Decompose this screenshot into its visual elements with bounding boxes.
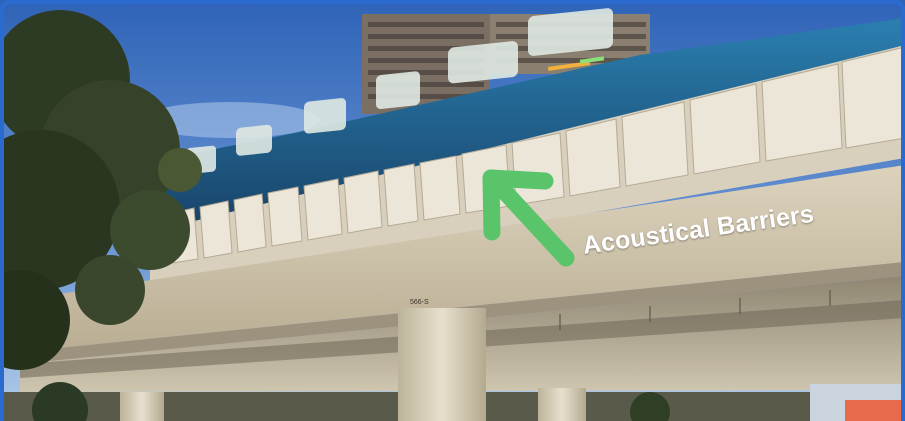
- photo-frame: 566-S Acoustical Barriers: [0, 0, 905, 421]
- distant-sign: [845, 400, 905, 421]
- pier-marking: 566-S: [410, 299, 429, 306]
